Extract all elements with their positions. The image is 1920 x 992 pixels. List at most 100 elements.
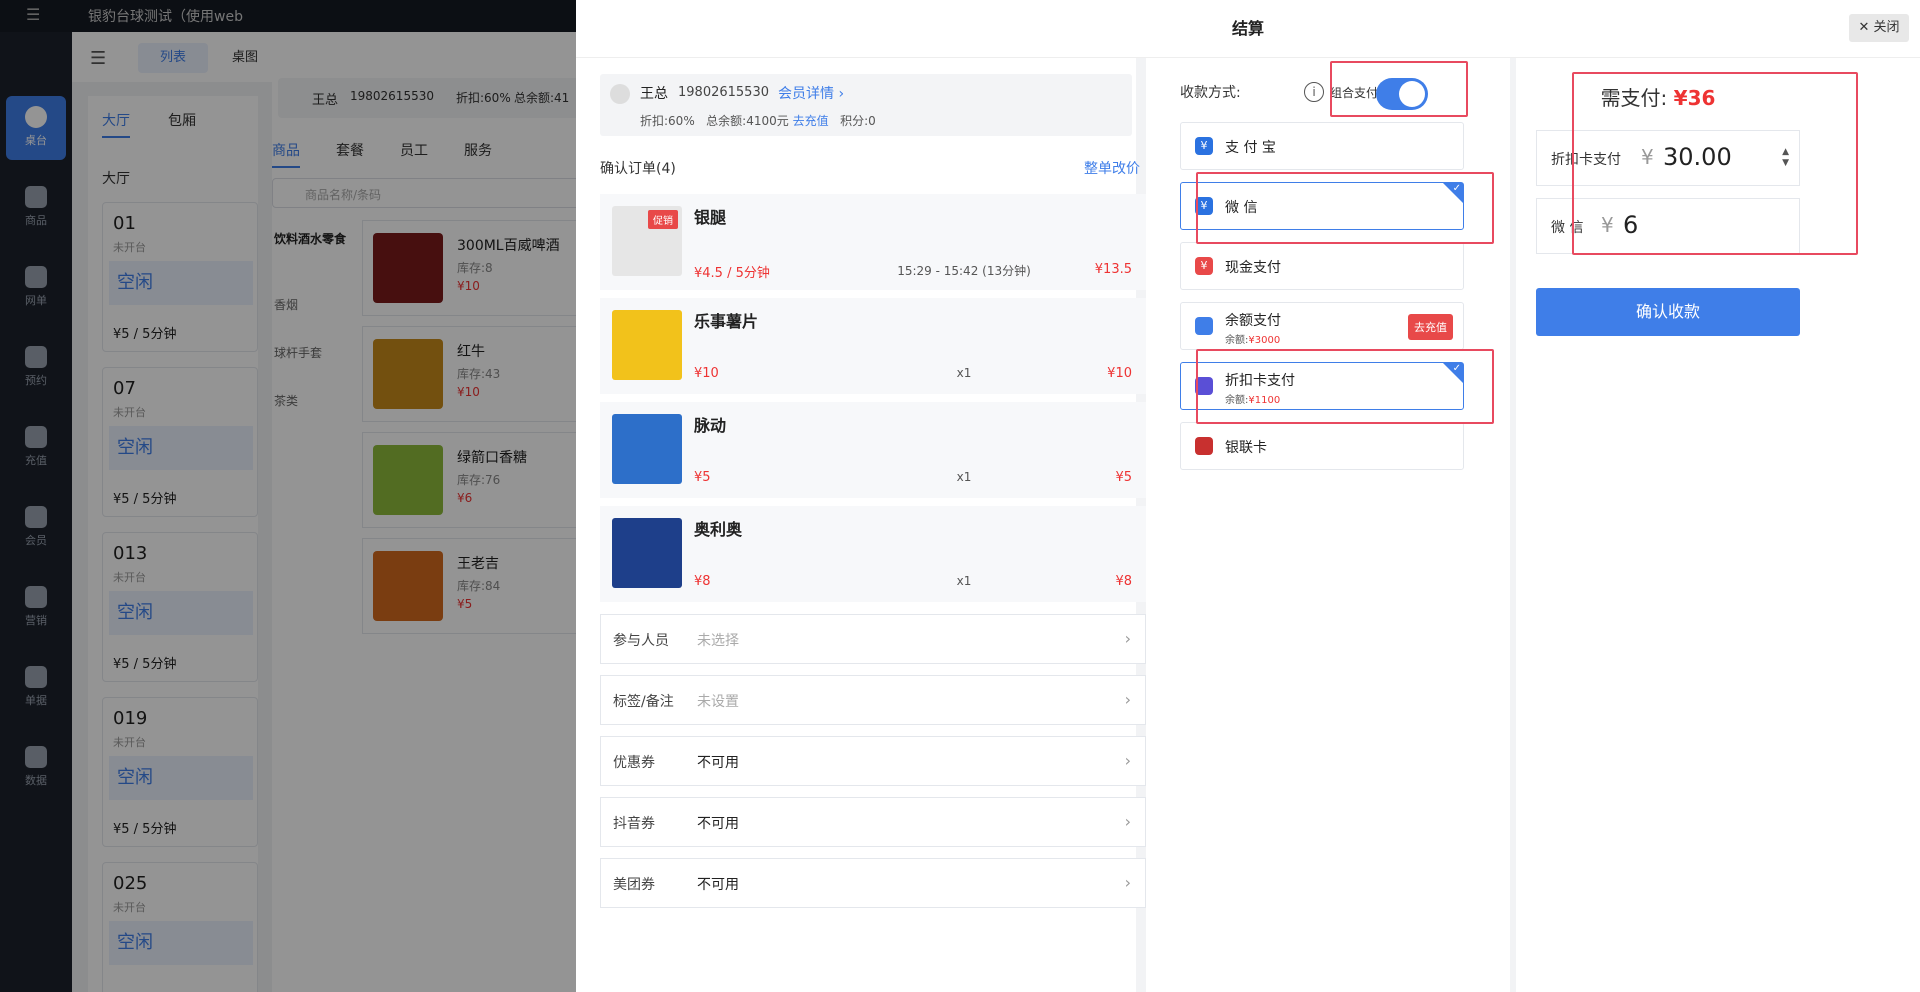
payment-method-label: 微 信 <box>1225 200 1258 216</box>
field-value: 未设置 <box>697 694 739 710</box>
order-field-row[interactable]: 美团券 不可用 › <box>600 858 1146 908</box>
item-total: ¥8 <box>1115 574 1132 589</box>
unionpay-icon <box>1195 437 1213 455</box>
member-card: 王总 19802615530 会员详情 › 折扣:60% 总余额:4100元 去… <box>600 74 1132 136</box>
payment-method-label: 余额支付 <box>1225 313 1281 329</box>
payment-amount-input[interactable]: 微 信 ¥6 <box>1536 198 1800 254</box>
wallet-icon <box>1195 317 1213 335</box>
item-price: ¥10 <box>694 366 719 381</box>
item-quantity: 15:29 - 15:42 (13分钟) <box>897 264 1031 278</box>
member-phone: 19802615530 <box>678 85 769 100</box>
item-image <box>612 310 682 380</box>
item-price: ¥4.5 / 5分钟 <box>694 266 770 281</box>
chevron-right-icon: › <box>1124 812 1131 831</box>
member-detail-label: 会员详情 <box>778 86 834 102</box>
checkout-title: 结算 <box>576 0 1920 58</box>
order-item[interactable]: 奥利奥 ¥8 x1 ¥8 <box>600 506 1146 602</box>
adjust-price-link[interactable]: 整单改价 <box>1084 158 1140 178</box>
order-field-row[interactable]: 抖音券 不可用 › <box>600 797 1146 847</box>
item-price: ¥8 <box>694 574 711 589</box>
promo-badge: 促销 <box>648 210 678 229</box>
toggle-knob <box>1399 81 1425 107</box>
field-value: 不可用 <box>697 755 739 771</box>
balance-value: ¥1100 <box>1248 395 1281 406</box>
recharge-button[interactable]: 去充值 <box>1408 314 1453 340</box>
close-label: 关闭 <box>1873 20 1900 35</box>
payment-methods: 收款方式: i 组合支付 ¥ 支 付 宝 ¥ 微 信 ✓ ¥ 现金支付 余额支付 余额:¥300… <box>1156 58 1464 992</box>
amount-label: 折扣卡支付 <box>1551 152 1621 168</box>
member-discount: 折扣:60% <box>640 114 695 128</box>
item-quantity: x1 <box>956 470 972 484</box>
payment-method-card[interactable]: 折扣卡支付余额:¥1100 ✓ <box>1180 362 1464 410</box>
item-quantity: x1 <box>956 366 972 380</box>
order-field-row[interactable]: 参与人员 未选择 › <box>600 614 1146 664</box>
field-label: 标签/备注 <box>613 694 674 710</box>
amount-due-label: 需支付: <box>1600 86 1668 110</box>
amount-value: 30.00 <box>1663 143 1732 171</box>
payment-method-label: 支 付 宝 <box>1225 140 1276 156</box>
item-image <box>612 518 682 588</box>
order-item[interactable]: 乐事薯片 ¥10 x1 ¥10 <box>600 298 1146 394</box>
combo-payment: i 组合支付 <box>1290 72 1428 114</box>
field-label: 参与人员 <box>613 633 669 649</box>
item-name: 脉动 <box>694 416 727 435</box>
payment-amount-input[interactable]: 折扣卡支付 ¥30.00 ▲ ▼ <box>1536 130 1800 186</box>
selected-check-icon: ✓ <box>1443 363 1463 383</box>
balance-label: 余额: <box>1225 335 1249 346</box>
alipay-icon: ¥ <box>1195 137 1213 155</box>
item-image <box>612 414 682 484</box>
currency-symbol: ¥ <box>1601 213 1614 237</box>
payment-method-wallet[interactable]: 余额支付余额:¥3000 去充值 <box>1180 302 1464 350</box>
field-label: 抖音券 <box>613 816 655 832</box>
item-total: ¥10 <box>1107 366 1132 381</box>
payment-method-label: 折扣卡支付 <box>1225 373 1295 389</box>
field-value: 不可用 <box>697 877 739 893</box>
payment-method-label: 收款方式: <box>1180 85 1241 101</box>
chevron-right-icon: › <box>1124 873 1131 892</box>
chevron-right-icon: › <box>1124 751 1131 770</box>
order-item[interactable]: 促销 银腿 ¥4.5 / 5分钟 15:29 - 15:42 (13分钟) ¥13.5 <box>600 194 1146 290</box>
payment-method-wechat[interactable]: ¥ 微 信 ✓ <box>1180 182 1464 230</box>
close-button[interactable]: ✕ 关闭 <box>1849 14 1909 42</box>
chevron-right-icon: › <box>1124 690 1131 709</box>
balance-value: ¥3000 <box>1248 335 1281 346</box>
recharge-link[interactable]: 去充值 <box>793 114 829 128</box>
payment-method-label: 银联卡 <box>1225 440 1267 456</box>
field-label: 美团券 <box>613 877 655 893</box>
chevron-right-icon: › <box>838 86 845 102</box>
close-icon: ✕ <box>1858 20 1870 35</box>
combo-payment-toggle[interactable] <box>1376 78 1428 110</box>
field-value: 不可用 <box>697 816 739 832</box>
amount-due-value: ¥36 <box>1673 86 1716 110</box>
order-field-row[interactable]: 优惠券 不可用 › <box>600 736 1146 786</box>
amount-value: 6 <box>1623 211 1639 239</box>
avatar <box>610 84 630 104</box>
balance-label: 余额: <box>1225 395 1249 406</box>
checkout-panel: 结算 ✕ 关闭 王总 19802615530 会员详情 › 折扣:60% 总余额… <box>576 0 1920 992</box>
amount-due: 需支付: ¥36 <box>1526 82 1790 111</box>
payment-method-unionpay[interactable]: 银联卡 <box>1180 422 1464 470</box>
payment-method-cash[interactable]: ¥ 现金支付 <box>1180 242 1464 290</box>
payment-method-alipay[interactable]: ¥ 支 付 宝 <box>1180 122 1464 170</box>
currency-symbol: ¥ <box>1641 145 1654 169</box>
member-stats: 折扣:60% 总余额:4100元 去充值 积分:0 <box>640 112 876 129</box>
item-total: ¥13.5 <box>1094 262 1132 277</box>
payment-method-balance: 余额:¥3000 <box>1225 331 1280 346</box>
order-item[interactable]: 脉动 ¥5 x1 ¥5 <box>600 402 1146 498</box>
info-icon[interactable]: i <box>1304 82 1324 102</box>
stepper-arrows-icon[interactable]: ▲ ▼ <box>1782 147 1789 169</box>
member-detail-link[interactable]: 会员详情 › <box>778 83 844 103</box>
field-label: 优惠券 <box>613 755 655 771</box>
item-total: ¥5 <box>1115 470 1132 485</box>
combo-payment-label: 组合支付 <box>1330 86 1379 100</box>
item-name: 银腿 <box>694 208 727 227</box>
amount-label: 微 信 <box>1551 220 1584 236</box>
confirm-payment-button[interactable]: 确认收款 <box>1536 288 1800 336</box>
item-name: 乐事薯片 <box>694 312 759 331</box>
payment-method-balance: 余额:¥1100 <box>1225 391 1280 406</box>
order-field-row[interactable]: 标签/备注 未设置 › <box>600 675 1146 725</box>
field-value: 未选择 <box>697 633 739 649</box>
chevron-right-icon: › <box>1124 629 1131 648</box>
card-icon <box>1195 377 1213 395</box>
cash-icon: ¥ <box>1195 257 1213 275</box>
